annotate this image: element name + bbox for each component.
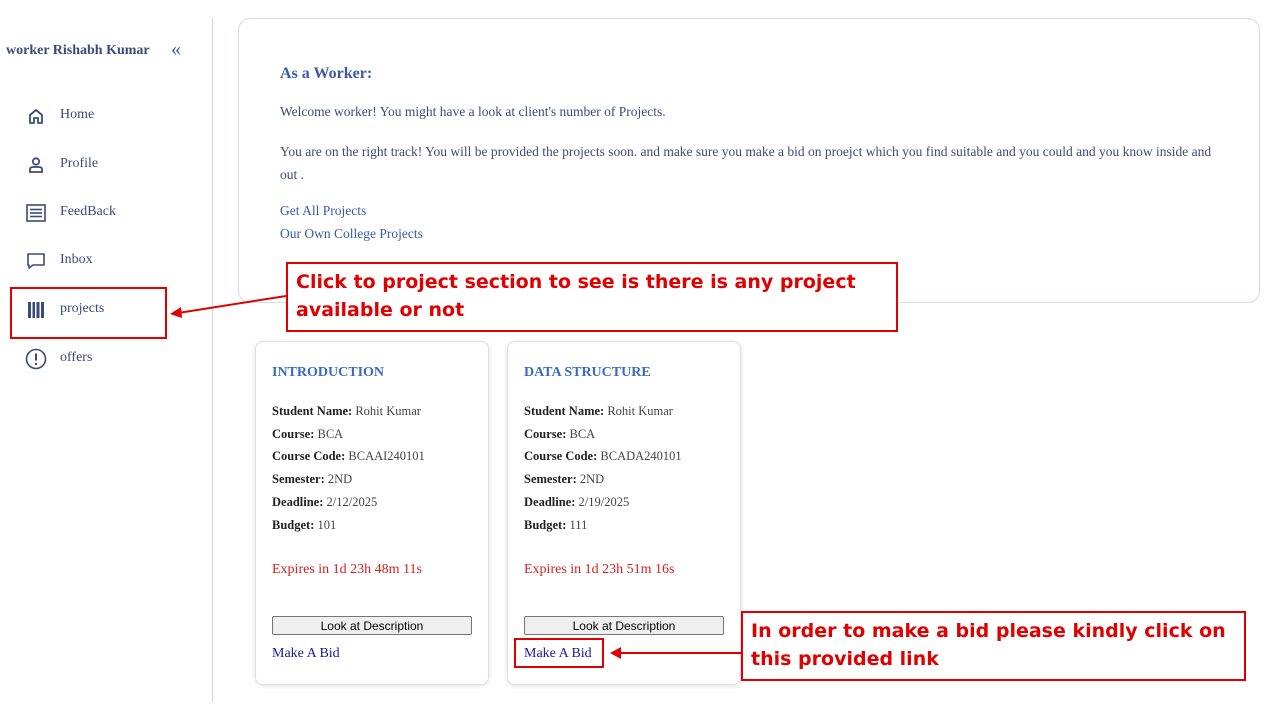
deadline-field: Deadline: 2/12/2025	[272, 495, 378, 509]
project-title: INTRODUCTION	[272, 365, 385, 380]
home-icon	[25, 105, 47, 127]
get-all-projects-link[interactable]: Get All Projects	[280, 203, 366, 219]
user-name: worker Rishabh Kumar	[6, 43, 150, 58]
budget-field: Budget: 111	[524, 518, 588, 532]
list-icon	[25, 202, 47, 224]
course-field: Course: BCA	[524, 427, 596, 441]
project-card: INTRODUCTION Student Name: Rohit Kumar C…	[255, 341, 489, 685]
alert-circle-icon	[25, 348, 47, 370]
expires-countdown: Expires in 1d 23h 48m 11s	[272, 562, 422, 577]
college-projects-link[interactable]: Our Own College Projects	[280, 226, 423, 242]
look-at-description-button[interactable]: Look at Description	[272, 616, 472, 635]
sidebar-header: worker Rishabh Kumar «	[6, 39, 206, 61]
bid-annotation: In order to make a bid please kindly cli…	[741, 611, 1246, 681]
projects-highlight-box	[10, 287, 167, 339]
projects-annotation: Click to project section to see is there…	[286, 262, 898, 332]
instructions-text: You are on the right track! You will be …	[280, 144, 1212, 182]
sidebar-item-inbox[interactable]: Inbox	[10, 236, 167, 286]
collapse-sidebar-icon[interactable]: «	[171, 39, 181, 59]
expires-countdown: Expires in 1d 23h 51m 16s	[524, 562, 675, 577]
info-title: As a Worker:	[280, 65, 373, 82]
project-title: DATA STRUCTURE	[524, 365, 651, 380]
sidebar-item-offers[interactable]: offers	[10, 334, 167, 384]
sidebar-item-label: Home	[60, 107, 95, 122]
deadline-field: Deadline: 2/19/2025	[524, 495, 630, 509]
sidebar-item-label: Inbox	[60, 252, 93, 267]
course-code-field: Course Code: BCAAI240101	[272, 449, 425, 463]
sidebar-item-label: FeedBack	[60, 204, 116, 219]
bid-link-highlight-box	[514, 638, 604, 668]
sidebar-item-feedback[interactable]: FeedBack	[10, 188, 167, 238]
course-code-field: Course Code: BCADA240101	[524, 449, 682, 463]
sidebar-item-label: offers	[60, 350, 93, 365]
sidebar: worker Rishabh Kumar « Home Profile Feed…	[0, 18, 213, 702]
welcome-text: Welcome worker! You might have a look at…	[280, 104, 666, 119]
sidebar-item-label: Profile	[60, 156, 99, 171]
semester-field: Semester: 2ND	[272, 472, 353, 486]
sidebar-item-home[interactable]: Home	[10, 91, 167, 141]
user-icon	[25, 154, 47, 176]
sidebar-item-profile[interactable]: Profile	[10, 140, 167, 190]
project-card: DATA STRUCTURE Student Name: Rohit Kumar…	[507, 341, 741, 685]
look-at-description-button[interactable]: Look at Description	[524, 616, 724, 635]
budget-field: Budget: 101	[272, 518, 337, 532]
student-name-field: Student Name: Rohit Kumar	[524, 404, 673, 418]
worker-info-card: As a Worker: Welcome worker! You might h…	[238, 18, 1260, 303]
semester-field: Semester: 2ND	[524, 472, 605, 486]
course-field: Course: BCA	[272, 427, 344, 441]
make-a-bid-link[interactable]: Make A Bid	[272, 646, 340, 662]
student-name-field: Student Name: Rohit Kumar	[272, 404, 421, 418]
inbox-icon	[25, 250, 47, 272]
